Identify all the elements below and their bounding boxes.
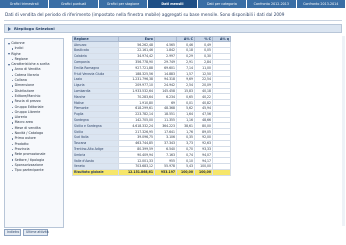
bullet-icon <box>12 85 14 87</box>
bullet-icon <box>12 111 14 114</box>
total-cell <box>212 168 231 176</box>
bullet-icon <box>12 122 14 124</box>
tab-dati-categoria[interactable]: Dati per categoria <box>197 0 248 8</box>
bullet-icon <box>12 101 14 103</box>
bullet-icon <box>12 133 14 135</box>
expand-arrow-icon[interactable] <box>8 26 11 31</box>
back-button[interactable]: Indietro <box>4 229 21 236</box>
selection-summary-label: Riepilogo Selezioni <box>14 26 55 31</box>
bullet-icon <box>12 69 14 71</box>
total-cell: 12.151.868,61 <box>118 168 155 176</box>
expand-toggle-icon[interactable] <box>8 53 10 56</box>
page-description: Dati di vendita del periodo di riferimen… <box>5 12 285 17</box>
bullet-icon <box>12 106 14 108</box>
vertical-scrollbar[interactable] <box>342 36 345 226</box>
expand-toggle-icon[interactable] <box>8 63 10 66</box>
bullet-icon <box>12 143 14 145</box>
tab-grafici-trimestrali[interactable]: Grafici trimestrali <box>0 0 50 8</box>
bullet-icon <box>12 80 14 82</box>
tab-confronto-2012-2013[interactable]: Confronto 2012-2013 <box>247 0 297 8</box>
tab-dati-mensili[interactable]: Dati mensili <box>148 0 198 8</box>
bullet-icon <box>12 58 14 61</box>
tab-grafici-puntuali[interactable]: Grafici puntuali <box>49 0 99 8</box>
bullet-icon <box>12 127 14 130</box>
navigation-tree: Colonne Indici Righe Regione Caratteristiche… <box>4 38 64 228</box>
header-divider <box>4 20 342 21</box>
report-tabs: Grafici trimestrali Grafici puntuali Gra… <box>0 0 346 8</box>
total-label-cell: Risultato globale <box>72 168 119 176</box>
bullet-icon <box>12 154 14 156</box>
total-row: Risultato globale 12.151.868,61 953.197 100… <box>72 168 231 176</box>
bullet-icon <box>12 170 14 172</box>
bullet-icon <box>12 159 14 161</box>
tree-item[interactable]: Tipo partecipante <box>6 168 62 173</box>
sales-data-table: Regione Euro Δ% C % C Δ% q Abruzzo 56.262… <box>72 35 231 176</box>
selection-summary-bar[interactable]: Riepilogo Selezioni <box>4 24 342 33</box>
last-action-button[interactable]: Ultime attività <box>23 229 49 236</box>
tree-item-label: Tipo partecipante <box>14 168 44 173</box>
bullet-icon <box>12 90 14 93</box>
bullet-icon <box>12 164 14 167</box>
bullet-icon <box>12 74 14 77</box>
total-cell: 100,00 <box>194 168 213 176</box>
bullet-icon <box>12 148 14 151</box>
total-cell: 953.197 <box>154 168 177 176</box>
bullet-icon <box>12 138 14 140</box>
expand-toggle-icon[interactable] <box>8 42 10 45</box>
tab-confronto-2013-2014[interactable]: Confronto 2013-2014 <box>296 0 346 8</box>
bullet-icon <box>12 95 14 98</box>
tab-grafici-stagione[interactable]: Grafici per stagione <box>98 0 149 8</box>
bullet-icon <box>12 48 14 50</box>
total-cell: 100,00 <box>176 168 195 176</box>
bullet-icon <box>12 117 14 119</box>
